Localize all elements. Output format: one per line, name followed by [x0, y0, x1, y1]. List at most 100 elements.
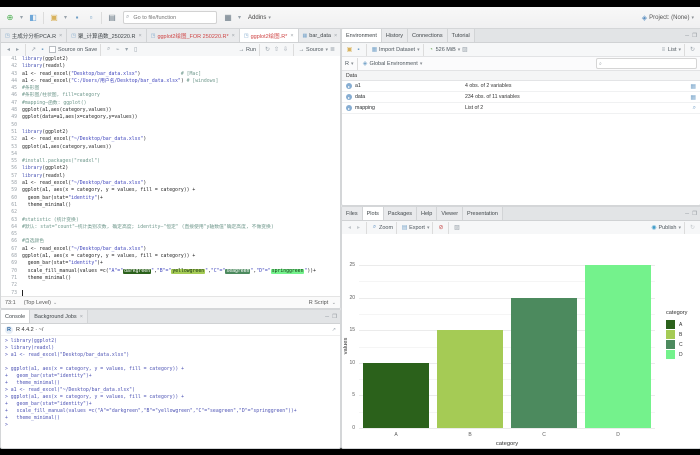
- compile-report-icon[interactable]: ▯: [132, 45, 139, 55]
- console-output[interactable]: > library(ggplot2)> library(readxl)> a1 …: [1, 336, 340, 429]
- save-all-icon[interactable]: ▫: [85, 12, 97, 24]
- maximize-pane-icon[interactable]: ❐: [332, 314, 337, 320]
- clear-objects-icon[interactable]: ▨: [461, 45, 468, 55]
- expand-object-icon[interactable]: ▸: [346, 83, 352, 89]
- refresh-icon[interactable]: ↻: [689, 45, 696, 55]
- editor-tab[interactable]: ◳ggplot2绘图_FOR 250220.R*×: [147, 29, 240, 42]
- list-view-button[interactable]: List: [668, 47, 677, 53]
- shortcuts-caret-icon[interactable]: ▾: [236, 12, 243, 24]
- run-icon: →: [238, 45, 245, 55]
- load-workspace-icon[interactable]: ▣: [346, 45, 353, 55]
- console-header: R R 4.4.2 · ~/ ↗: [1, 324, 340, 336]
- code-editor[interactable]: 41library(ggplot2)42library(readxl)43a1 …: [1, 56, 340, 296]
- editor-tab[interactable]: ▦bar_data×: [299, 29, 341, 42]
- outline-icon[interactable]: ≣: [329, 45, 336, 55]
- view-table-icon[interactable]: ▦: [690, 83, 696, 90]
- new-file-icon[interactable]: ⊕: [4, 12, 16, 24]
- minimize-pane-icon[interactable]: ─: [685, 33, 689, 39]
- close-tab-icon[interactable]: ×: [80, 314, 83, 320]
- file-type-indicator[interactable]: R Script: [309, 300, 329, 306]
- popout-icon[interactable]: ↗: [30, 45, 37, 55]
- environment-tab[interactable]: Environment: [342, 29, 382, 42]
- console-tab[interactable]: Background Jobs×: [30, 310, 88, 323]
- code-tools-icon[interactable]: ⌁: [114, 45, 121, 55]
- rerun-icon[interactable]: ↻: [264, 45, 271, 55]
- code-line: 49ggplot(data=a1,aes(x=category,y=values…: [1, 114, 340, 121]
- open-caret-icon[interactable]: ▾: [62, 12, 69, 24]
- goto-file-box[interactable]: ⌕: [123, 11, 217, 24]
- console-pane: ConsoleBackground Jobs× ─❐ R R 4.4.2 · ~/…: [0, 309, 341, 449]
- plots-tab[interactable]: Help: [417, 207, 437, 220]
- environment-tab[interactable]: History: [382, 29, 408, 42]
- print-icon[interactable]: ▤: [106, 12, 118, 24]
- run-up-icon[interactable]: ⇧: [273, 45, 280, 55]
- minimize-pane-icon[interactable]: ─: [325, 314, 329, 320]
- remove-plot-icon[interactable]: ⊘: [437, 223, 444, 233]
- open-folder-icon[interactable]: ▣: [48, 12, 60, 24]
- maximize-pane-icon[interactable]: ❐: [692, 33, 697, 39]
- export-button[interactable]: Export: [409, 225, 425, 231]
- plot-refresh-icon[interactable]: ↻: [689, 223, 696, 233]
- code-line: 72: [1, 282, 340, 289]
- color-chip: yellowgreen: [171, 269, 205, 274]
- environment-tab[interactable]: Tutorial: [448, 29, 475, 42]
- new-project-icon[interactable]: ◧: [27, 12, 39, 24]
- zoom-button[interactable]: Zoom: [379, 225, 393, 231]
- environment-search-box[interactable]: ⌕: [596, 58, 697, 69]
- editor-tab[interactable]: ◳ggplot2绘图.R*×: [240, 29, 299, 42]
- import-dataset-button[interactable]: Import Dataset: [379, 47, 415, 53]
- nav-back-icon[interactable]: ◂: [5, 45, 12, 55]
- project-selector[interactable]: ◈ Project: (None) ▾: [642, 14, 694, 22]
- plots-tab[interactable]: Files: [342, 207, 363, 220]
- run-down-icon[interactable]: ⇩: [282, 45, 289, 55]
- code-text: #默认: stat="count"—统计类别次数, 确定高度; identity…: [22, 224, 274, 231]
- save-workspace-icon[interactable]: ▪: [355, 45, 362, 55]
- environment-tab[interactable]: Connections: [408, 29, 448, 42]
- nav-forward-icon[interactable]: ▸: [14, 45, 21, 55]
- minimize-pane-icon[interactable]: ─: [685, 211, 689, 217]
- expand-object-icon[interactable]: ▸: [346, 94, 352, 100]
- close-tab-icon[interactable]: ×: [232, 33, 235, 39]
- close-tab-icon[interactable]: ×: [334, 33, 337, 39]
- editor-tab[interactable]: ◳聚_计算函数_250220.R×: [67, 29, 146, 42]
- inspect-object-icon[interactable]: ⌕: [693, 105, 696, 112]
- environment-object-row[interactable]: ▸a14 obs. of 2 variables▦: [342, 81, 700, 92]
- close-tab-icon[interactable]: ×: [59, 33, 62, 39]
- source-on-save-checkbox[interactable]: [49, 46, 56, 53]
- language-selector[interactable]: R: [345, 61, 349, 67]
- source-button[interactable]: Source: [306, 47, 323, 53]
- goto-file-input[interactable]: [131, 14, 214, 22]
- console-tab[interactable]: Console: [1, 310, 30, 323]
- view-table-icon[interactable]: ▦: [690, 94, 696, 101]
- clear-plots-icon[interactable]: ▨: [453, 223, 460, 233]
- code-token: #条形图/柱状图, fill=category: [22, 93, 100, 98]
- plots-tab[interactable]: Presentation: [463, 207, 503, 220]
- line-number: 59: [1, 187, 22, 194]
- code-tools-caret-icon[interactable]: ▾: [123, 45, 130, 55]
- save-icon[interactable]: ▪: [71, 12, 83, 24]
- publish-button[interactable]: Publish: [658, 225, 676, 231]
- addins-menu[interactable]: Addins: [248, 15, 266, 21]
- plot-back-icon[interactable]: ◂: [346, 223, 353, 233]
- expand-object-icon[interactable]: ▸: [346, 105, 352, 111]
- plots-tab[interactable]: Packages: [384, 207, 417, 220]
- save-file-icon[interactable]: ▪: [39, 45, 46, 55]
- plots-tab[interactable]: Viewer: [437, 207, 463, 220]
- scope-indicator[interactable]: (Top Level): [24, 300, 51, 306]
- find-icon[interactable]: ⌕: [105, 45, 112, 55]
- console-popout-icon[interactable]: ↗: [332, 327, 336, 333]
- code-token: ggplot(a1,aes(category,values)): [22, 145, 112, 150]
- keyboard-shortcuts-icon[interactable]: ▦: [222, 12, 234, 24]
- plots-tab[interactable]: Plots: [363, 207, 384, 220]
- run-button[interactable]: Run: [246, 47, 256, 53]
- environment-selector[interactable]: Global Environment: [370, 61, 418, 67]
- environment-object-row[interactable]: ▸mappingList of 2⌕: [342, 103, 700, 114]
- maximize-pane-icon[interactable]: ❐: [692, 211, 697, 217]
- memory-usage-button[interactable]: 526 MiB: [436, 47, 456, 53]
- plot-forward-icon[interactable]: ▸: [355, 223, 362, 233]
- new-file-caret-icon[interactable]: ▾: [18, 12, 25, 24]
- close-tab-icon[interactable]: ×: [138, 33, 141, 39]
- close-tab-icon[interactable]: ×: [290, 33, 293, 39]
- editor-tab[interactable]: ◳主成分分析PCA.R×: [1, 29, 67, 42]
- environment-object-row[interactable]: ▸data234 obs. of 11 variables▦: [342, 92, 700, 103]
